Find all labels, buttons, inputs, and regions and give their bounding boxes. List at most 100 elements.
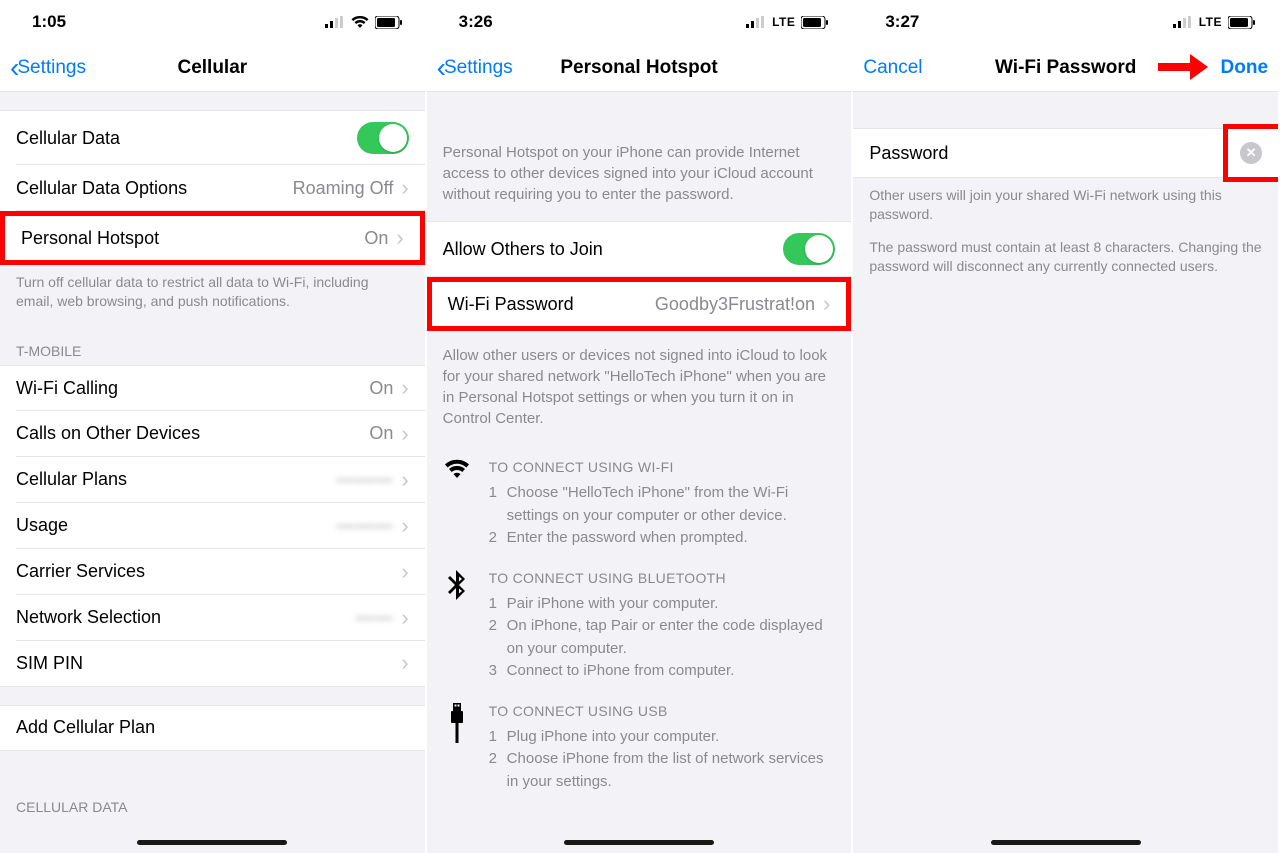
signal-icon — [746, 16, 766, 28]
done-button[interactable]: Done — [1221, 57, 1269, 79]
nav-bar: ‹ Settings Personal Hotspot — [427, 44, 852, 92]
row-label: Allow Others to Join — [443, 239, 784, 260]
nav-bar: ‹ Settings Cellular — [0, 44, 425, 92]
section-header: CELLULAR DATA — [0, 751, 425, 821]
footer-text: Turn off cellular data to restrict all d… — [0, 265, 425, 325]
wifi-icon — [351, 16, 369, 29]
screen-cellular: 1:05 ‹ Settings Cellular Cellular Data C… — [0, 0, 427, 853]
footer-text: The password must contain at least 8 cha… — [853, 238, 1278, 290]
chevron-right-icon: › — [401, 423, 408, 445]
usb-icon — [449, 703, 465, 743]
footer-text: Other users will join your shared Wi-Fi … — [853, 178, 1278, 238]
clear-icon[interactable]: ✕ — [1240, 142, 1262, 164]
chevron-right-icon: › — [396, 227, 403, 249]
clock: 1:05 — [32, 12, 66, 32]
chevron-right-icon: › — [823, 293, 830, 315]
screen-wifi-password: 3:27 LTE Cancel Wi-Fi Password Done Pass… — [853, 0, 1280, 853]
row-label: Calls on Other Devices — [16, 423, 369, 444]
step-text: On iPhone, tap Pair or enter the code di… — [507, 615, 836, 660]
chevron-right-icon: › — [401, 561, 408, 583]
info-text: Personal Hotspot on your iPhone can prov… — [427, 92, 852, 221]
usage-row[interactable]: Usage ——— › — [0, 503, 425, 549]
row-label: Usage — [16, 515, 336, 536]
allow-others-row[interactable]: Allow Others to Join — [427, 221, 852, 277]
row-value: ——— — [336, 469, 393, 490]
row-label: Password — [869, 143, 1240, 164]
row-value: On — [364, 228, 388, 249]
lte-label: LTE — [1199, 15, 1222, 29]
password-row[interactable]: Password ✕ — [853, 128, 1278, 178]
back-label: Settings — [17, 57, 86, 79]
chevron-right-icon: › — [401, 652, 408, 674]
status-bar: 3:27 LTE — [853, 0, 1278, 44]
connect-title: TO CONNECT USING USB — [489, 701, 836, 722]
chevron-right-icon: › — [401, 177, 408, 199]
clock: 3:27 — [885, 12, 919, 32]
step-text: Pair iPhone with your computer. — [507, 593, 719, 616]
row-value: ——— — [336, 515, 393, 536]
battery-icon — [1228, 16, 1256, 29]
row-label: Cellular Plans — [16, 469, 336, 490]
row-value: Goodby3Frustrat!on — [655, 294, 815, 315]
wifi-password-row[interactable]: Wi-Fi Password Goodby3Frustrat!on › — [427, 277, 852, 331]
clock: 3:26 — [459, 12, 493, 32]
chevron-right-icon: › — [401, 377, 408, 399]
row-value: On — [369, 423, 393, 444]
nav-bar: Cancel Wi-Fi Password Done — [853, 44, 1278, 92]
status-bar: 1:05 — [0, 0, 425, 44]
back-label: Settings — [444, 57, 513, 79]
row-label: Wi-Fi Calling — [16, 378, 369, 399]
wifi-calling-row[interactable]: Wi-Fi Calling On › — [0, 365, 425, 411]
row-label: Network Selection — [16, 607, 355, 628]
row-label: Cellular Data — [16, 128, 357, 149]
page-title: Wi-Fi Password — [995, 57, 1136, 79]
cellular-options-row[interactable]: Cellular Data Options Roaming Off › — [0, 165, 425, 211]
connect-title: TO CONNECT USING WI-FI — [489, 457, 836, 478]
step-text: Choose "HelloTech iPhone" from the Wi-Fi… — [507, 482, 836, 527]
network-selection-row[interactable]: Network Selection —— › — [0, 595, 425, 641]
back-button[interactable]: ‹ Settings — [10, 54, 86, 82]
chevron-right-icon: › — [401, 515, 408, 537]
info-text: Allow other users or devices not signed … — [427, 331, 852, 445]
home-indicator[interactable] — [564, 840, 714, 845]
status-bar: 3:26 LTE — [427, 0, 852, 44]
signal-icon — [1173, 16, 1193, 28]
cellular-data-row[interactable]: Cellular Data — [0, 110, 425, 165]
step-text: Choose iPhone from the list of network s… — [507, 748, 836, 793]
home-indicator[interactable] — [991, 840, 1141, 845]
personal-hotspot-row[interactable]: Personal Hotspot On › — [0, 211, 425, 265]
chevron-right-icon: › — [401, 469, 408, 491]
sim-pin-row[interactable]: SIM PIN › — [0, 641, 425, 687]
allow-others-toggle[interactable] — [783, 233, 835, 265]
chevron-right-icon: › — [401, 607, 408, 629]
connect-wifi: TO CONNECT USING WI-FI 1Choose "HelloTec… — [427, 445, 852, 556]
step-text: Connect to iPhone from computer. — [507, 660, 735, 683]
cancel-button[interactable]: Cancel — [863, 57, 922, 79]
step-text: Plug iPhone into your computer. — [507, 726, 720, 749]
row-value: On — [369, 378, 393, 399]
back-button[interactable]: ‹ Settings — [437, 54, 513, 82]
carrier-services-row[interactable]: Carrier Services › — [0, 549, 425, 595]
row-label: Personal Hotspot — [21, 228, 364, 249]
connect-usb: TO CONNECT USING USB 1Plug iPhone into y… — [427, 689, 852, 800]
calls-other-row[interactable]: Calls on Other Devices On › — [0, 411, 425, 457]
step-text: Enter the password when prompted. — [507, 527, 748, 550]
page-title: Cellular — [177, 57, 247, 79]
lte-label: LTE — [772, 15, 795, 29]
row-label: Carrier Services — [16, 561, 401, 582]
row-label: Wi-Fi Password — [448, 294, 655, 315]
row-label: SIM PIN — [16, 653, 401, 674]
wifi-icon — [444, 459, 470, 479]
battery-icon — [375, 16, 403, 29]
page-title: Personal Hotspot — [560, 57, 717, 79]
cellular-plans-row[interactable]: Cellular Plans ——— › — [0, 457, 425, 503]
section-header: T-MOBILE — [0, 325, 425, 365]
row-label: Cellular Data Options — [16, 178, 293, 199]
bluetooth-icon — [448, 570, 466, 600]
add-cellular-plan-row[interactable]: Add Cellular Plan — [0, 705, 425, 751]
cellular-data-toggle[interactable] — [357, 122, 409, 154]
row-value: —— — [355, 607, 393, 628]
home-indicator[interactable] — [137, 840, 287, 845]
row-value: Roaming Off — [293, 178, 394, 199]
connect-title: TO CONNECT USING BLUETOOTH — [489, 568, 836, 589]
